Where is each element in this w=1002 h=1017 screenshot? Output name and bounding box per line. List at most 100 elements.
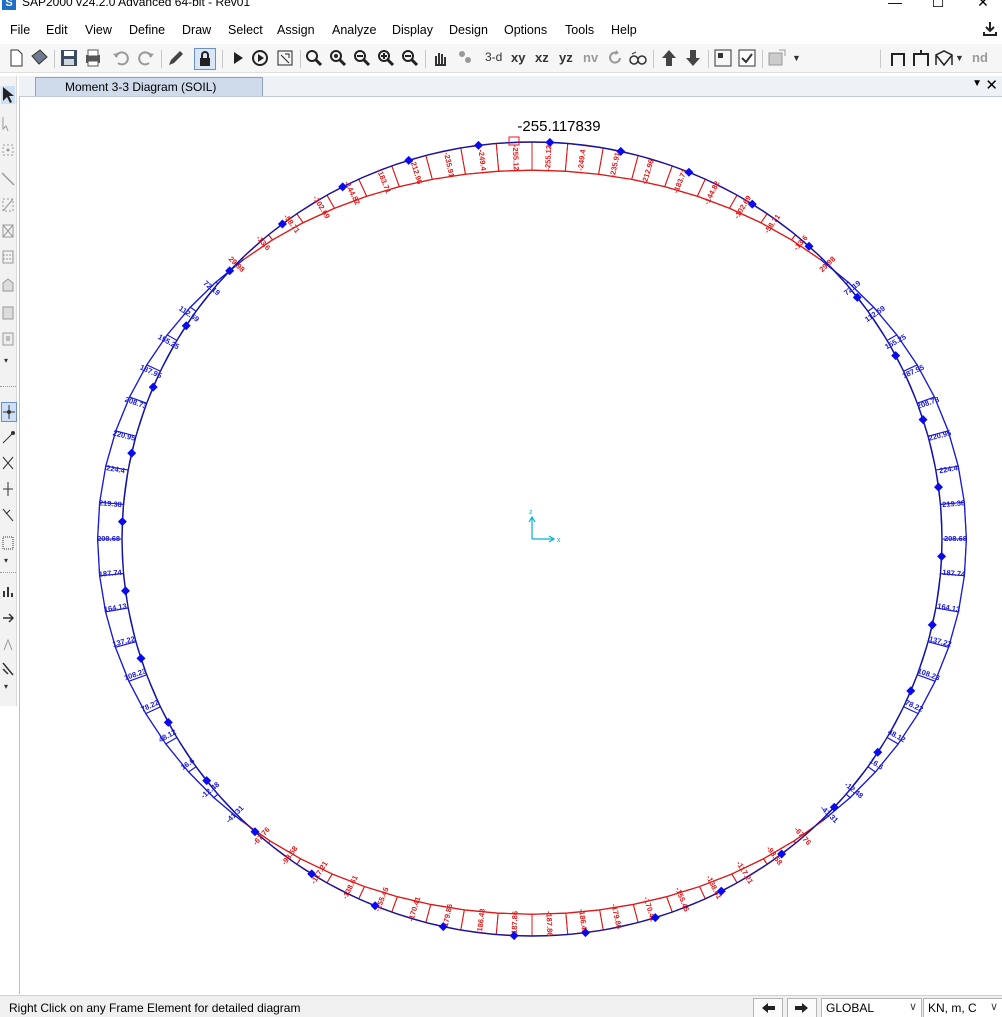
snap-chevron-icon[interactable]: ▾	[4, 556, 8, 565]
snap-to-grid-icon[interactable]	[1, 534, 15, 552]
joint-marker[interactable]	[937, 551, 947, 561]
menu-design[interactable]: Design	[449, 23, 488, 37]
menu-analyze[interactable]: Analyze	[332, 23, 376, 37]
joint-marker[interactable]	[127, 448, 137, 458]
joint-marker[interactable]	[927, 620, 937, 630]
menu-file[interactable]: File	[10, 23, 30, 37]
menu-tools[interactable]: Tools	[565, 23, 594, 37]
check-icon[interactable]	[737, 48, 757, 68]
menu-edit[interactable]: Edit	[46, 23, 68, 37]
menu-define[interactable]: Define	[129, 23, 165, 37]
tab-close-icon[interactable]: ✕	[985, 76, 998, 94]
minimize-button[interactable]: —	[880, 0, 910, 12]
draw-joint-icon[interactable]	[1, 142, 15, 160]
quick-draw-frame-icon[interactable]	[1, 196, 15, 214]
menu-display[interactable]: Display	[392, 23, 433, 37]
zoom-in-icon[interactable]	[376, 48, 396, 68]
draw-rect-area-icon[interactable]	[1, 304, 15, 322]
save-icon[interactable]	[59, 48, 79, 68]
joint-marker[interactable]	[891, 351, 901, 361]
frame-section-icon[interactable]	[888, 48, 908, 68]
object-shrink-icon[interactable]	[713, 48, 733, 68]
undo-icon[interactable]	[111, 48, 131, 68]
menu-view[interactable]: View	[85, 23, 112, 37]
joint-marker[interactable]	[933, 482, 943, 492]
rotate-3d-view-icon[interactable]	[605, 48, 625, 68]
joint-marker[interactable]	[181, 321, 191, 331]
menu-options[interactable]: Options	[504, 23, 547, 37]
redo-icon[interactable]	[136, 48, 156, 68]
menu-select[interactable]: Select	[228, 23, 263, 37]
next-button[interactable]	[787, 998, 817, 1017]
move-down-icon[interactable]	[683, 48, 703, 68]
coordinate-system-select[interactable]: GLOBAL ∨	[821, 998, 922, 1017]
dropdown-chevron-icon[interactable]: ▼	[792, 53, 801, 63]
portal-frame-icon[interactable]	[911, 48, 931, 68]
assign-area-icon[interactable]	[1, 660, 15, 678]
moment-diagram-canvas[interactable]: -255.12 -249.4 -235.91 -212.96 -183.71 -144.8…	[20, 97, 1002, 994]
view-yz-button[interactable]: yz	[559, 50, 573, 65]
new-file-icon[interactable]	[6, 48, 26, 68]
view-xy-button[interactable]: xy	[511, 50, 525, 65]
more-tools-chevron-icon[interactable]: ▾	[4, 356, 8, 365]
restore-full-view-icon[interactable]	[328, 48, 348, 68]
previous-button[interactable]	[753, 998, 783, 1017]
joint-marker[interactable]	[117, 517, 127, 527]
rubber-band-zoom-icon[interactable]	[304, 48, 324, 68]
snap-to-points-icon[interactable]	[1, 402, 17, 422]
joint-marker[interactable]	[163, 717, 173, 727]
assign-frame-icon[interactable]	[1, 608, 15, 626]
pointer-icon[interactable]	[1, 86, 15, 104]
snap-to-lines-icon[interactable]	[1, 506, 15, 524]
truss-dropdown-icon[interactable]: ▼	[955, 53, 964, 63]
view-xz-button[interactable]: xz	[535, 50, 549, 65]
draw-poly-area-icon[interactable]	[1, 276, 15, 294]
truss-icon[interactable]	[934, 48, 954, 68]
set-display-options-icon[interactable]	[455, 48, 475, 68]
joint-marker[interactable]	[148, 382, 158, 392]
view-3d-button[interactable]: 3-d	[485, 50, 502, 64]
previous-zoom-icon[interactable]	[352, 48, 372, 68]
units-select[interactable]: KN, m, C ∨	[923, 998, 1002, 1017]
assign-joint-icon[interactable]	[1, 581, 15, 599]
joint-marker[interactable]	[906, 686, 916, 696]
close-window-button[interactable]: ✕	[968, 0, 998, 12]
joint-marker[interactable]	[136, 653, 146, 663]
pan-icon[interactable]	[430, 48, 450, 68]
snap-to-ends-icon[interactable]	[1, 428, 15, 446]
perspective-toggle-icon[interactable]	[628, 48, 648, 68]
download-icon[interactable]	[982, 21, 998, 37]
maximize-button[interactable]: ☐	[923, 0, 953, 12]
menu-assign[interactable]: Assign	[277, 23, 315, 37]
quick-draw-braces-icon[interactable]	[1, 222, 15, 240]
quick-draw-area-icon[interactable]	[1, 330, 15, 348]
lock-icon[interactable]	[194, 48, 216, 70]
joint-marker[interactable]	[918, 415, 928, 425]
tab-list-dropdown-icon[interactable]: ▼	[972, 78, 982, 89]
joint-marker[interactable]	[121, 586, 131, 596]
quick-draw-icon[interactable]	[767, 48, 787, 68]
joint-marker[interactable]	[873, 747, 883, 757]
draw-frame-icon[interactable]	[1, 170, 15, 188]
assign-cable-icon[interactable]	[1, 634, 15, 652]
model-viewport[interactable]: -255.12 -249.4 -235.91 -212.96 -183.71 -144.8…	[19, 97, 1002, 994]
run-options-icon[interactable]	[250, 48, 270, 68]
tab-moment-diagram[interactable]: Moment 3-3 Diagram (SOIL)	[35, 77, 263, 96]
menu-draw[interactable]: Draw	[182, 23, 211, 37]
snap-to-perpendicular-icon[interactable]	[1, 480, 15, 498]
assign-chevron-icon[interactable]: ▾	[4, 682, 8, 691]
reshape-icon[interactable]	[1, 116, 15, 134]
move-up-icon[interactable]	[659, 48, 679, 68]
view-nv-button[interactable]: nv	[583, 50, 598, 65]
refresh-view-icon[interactable]	[275, 48, 295, 68]
open-file-icon[interactable]	[29, 48, 49, 68]
quick-draw-secondary-icon[interactable]	[1, 248, 15, 266]
moment-value-label: 208.68	[97, 534, 120, 543]
zoom-out-icon[interactable]	[400, 48, 420, 68]
nd-button[interactable]: nd	[972, 50, 988, 65]
snap-to-intersections-icon[interactable]	[1, 454, 15, 472]
menu-help[interactable]: Help	[611, 23, 637, 37]
pencil-icon[interactable]	[166, 48, 186, 68]
run-analysis-icon[interactable]	[228, 48, 248, 68]
print-icon[interactable]	[83, 48, 103, 68]
